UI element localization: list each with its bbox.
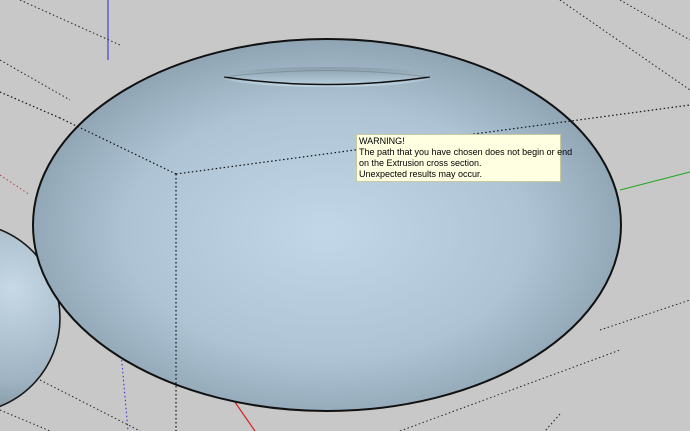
modeling-viewport[interactable]: WARNING! The path that you have chosen d… <box>0 0 690 431</box>
warning-title: WARNING! <box>359 136 405 146</box>
warning-line-3: Unexpected results may occur. <box>359 169 483 179</box>
warning-tooltip: WARNING! The path that you have chosen d… <box>356 134 573 182</box>
warning-line-2: on the Extrusion cross section. <box>359 158 482 168</box>
3d-scene[interactable] <box>0 0 690 431</box>
warning-line-1: The path that you have chosen does not b… <box>359 147 573 157</box>
torus-object[interactable] <box>32 38 622 412</box>
